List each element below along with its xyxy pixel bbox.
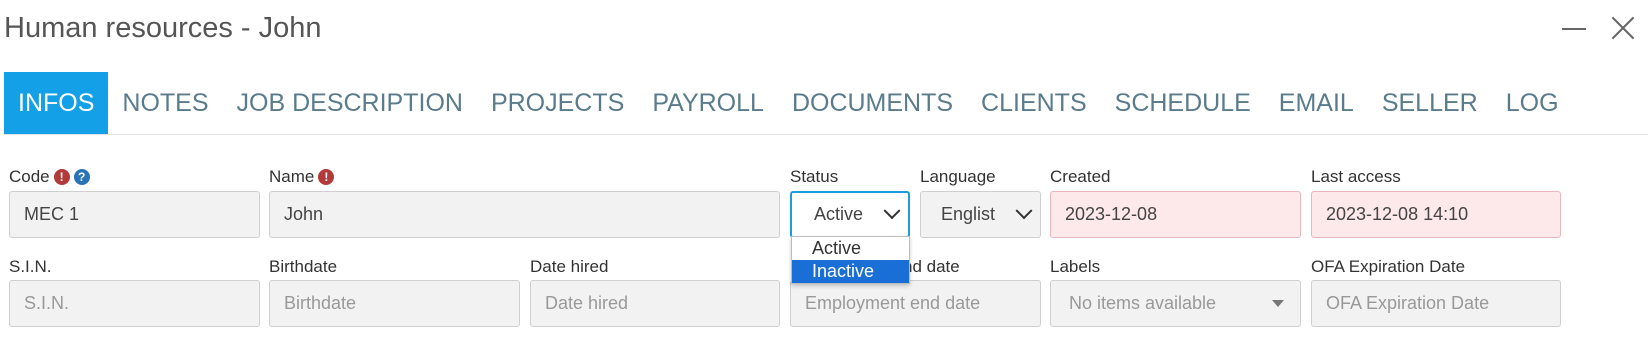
- language-label: Language: [920, 167, 996, 186]
- name-field: Name ! John: [269, 166, 780, 238]
- birthdate-label: Birthdate: [269, 257, 338, 276]
- sin-field: S.I.N. S.I.N.: [9, 256, 260, 327]
- chevron-down-icon: [1015, 201, 1033, 219]
- employment-end-input[interactable]: Employment end date: [790, 280, 1041, 327]
- tab-seller[interactable]: SELLER: [1368, 72, 1492, 134]
- code-input[interactable]: MEC 1: [9, 191, 260, 238]
- window-title: Human resources - John: [4, 12, 322, 44]
- status-dropdown-list: Active Inactive: [791, 236, 910, 284]
- created-field: Created 2023-12-08: [1050, 166, 1301, 238]
- status-label: Status: [790, 167, 839, 186]
- ofa-label: OFA Expiration Date: [1311, 257, 1466, 276]
- help-icon[interactable]: ?: [73, 169, 90, 185]
- status-select[interactable]: Active: [790, 191, 910, 238]
- language-value: Englist: [941, 204, 996, 224]
- birthdate-field: Birthdate Birthdate: [269, 256, 520, 327]
- birthdate-input[interactable]: Birthdate: [269, 280, 520, 327]
- name-label: Name: [269, 167, 315, 186]
- code-label: Code: [9, 167, 50, 186]
- chevron-down-icon: [883, 201, 901, 219]
- created-input: 2023-12-08: [1050, 191, 1301, 238]
- labels-select[interactable]: No items available: [1050, 280, 1301, 327]
- alert-icon: !: [53, 169, 70, 185]
- date-hired-field: Date hired Date hired: [530, 256, 780, 327]
- sin-input[interactable]: S.I.N.: [9, 280, 260, 327]
- last-access-input: 2023-12-08 14:10: [1311, 191, 1561, 238]
- status-value: Active: [814, 204, 864, 224]
- tab-email[interactable]: EMAIL: [1265, 72, 1368, 134]
- status-field: Status Active: [790, 166, 910, 238]
- tab-log[interactable]: LOG: [1492, 72, 1573, 134]
- tab-payroll[interactable]: PAYROLL: [638, 72, 778, 134]
- labels-placeholder: No items available: [1069, 293, 1217, 313]
- created-label: Created: [1050, 167, 1111, 186]
- code-field: Code ! ? MEC 1: [9, 166, 260, 238]
- tab-schedule[interactable]: SCHEDULE: [1101, 72, 1265, 134]
- labels-label: Labels: [1050, 257, 1101, 276]
- labels-field: Labels No items available: [1050, 256, 1301, 327]
- date-hired-label: Date hired: [530, 257, 609, 276]
- sin-label: S.I.N.: [9, 257, 52, 276]
- tab-job-description[interactable]: JOB DESCRIPTION: [223, 72, 477, 134]
- caret-down-icon: [1272, 300, 1284, 307]
- minimize-icon[interactable]: [1560, 14, 1588, 42]
- language-select[interactable]: Englist: [920, 191, 1041, 238]
- employment-end-label: nd date: [903, 257, 960, 276]
- last-access-field: Last access 2023-12-08 14:10: [1311, 166, 1561, 238]
- tab-documents[interactable]: DOCUMENTS: [778, 72, 967, 134]
- status-option-active[interactable]: Active: [792, 237, 909, 260]
- name-input[interactable]: John: [269, 191, 780, 238]
- tab-bar: INFOS NOTES JOB DESCRIPTION PROJECTS PAY…: [4, 72, 1648, 135]
- ofa-field: OFA Expiration Date OFA Expiration Date: [1311, 256, 1561, 327]
- close-icon[interactable]: [1608, 14, 1636, 42]
- alert-icon: !: [318, 169, 335, 185]
- last-access-label: Last access: [1311, 167, 1401, 186]
- status-option-inactive[interactable]: Inactive: [792, 260, 909, 283]
- tab-notes[interactable]: NOTES: [108, 72, 222, 134]
- tab-infos[interactable]: INFOS: [4, 72, 109, 134]
- date-hired-input[interactable]: Date hired: [530, 280, 780, 327]
- tab-clients[interactable]: CLIENTS: [967, 72, 1101, 134]
- ofa-input[interactable]: OFA Expiration Date: [1311, 280, 1561, 327]
- tab-projects[interactable]: PROJECTS: [477, 72, 638, 134]
- language-field: Language Englist: [920, 166, 1041, 238]
